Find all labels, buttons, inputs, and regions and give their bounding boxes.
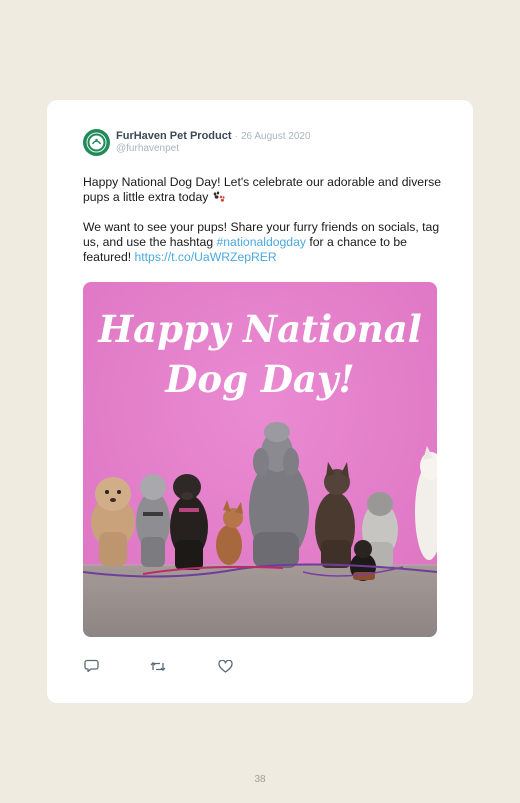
author-display-name[interactable]: FurHaven Pet Product bbox=[116, 130, 232, 142]
paw-prints-emoji-icon bbox=[213, 191, 225, 202]
tweet-url-link[interactable]: https://t.co/UaWRZepRER bbox=[135, 250, 277, 264]
tweet-actions bbox=[83, 658, 284, 674]
heart-icon bbox=[217, 659, 233, 673]
reply-button[interactable] bbox=[83, 658, 99, 674]
retweet-icon bbox=[150, 661, 166, 671]
post-date[interactable]: 26 August 2020 bbox=[241, 131, 311, 142]
tweet-header: FurHaven Pet Product · 26 August 2020 @f… bbox=[83, 129, 311, 156]
tweet-image[interactable]: Happy National Dog Day! bbox=[83, 282, 437, 637]
reply-icon bbox=[83, 659, 99, 673]
tweet-paragraph-1: Happy National Dog Day! Let's celebrate … bbox=[83, 175, 443, 205]
dog-2-illustration bbox=[136, 474, 170, 567]
like-button[interactable] bbox=[217, 658, 233, 674]
avatar[interactable] bbox=[83, 129, 110, 156]
tweet-paragraph-2: We want to see your pups! Share your fur… bbox=[83, 220, 443, 265]
separator: · bbox=[234, 131, 238, 142]
national-dog-day-photo: Happy National Dog Day! bbox=[83, 282, 437, 637]
retweet-button[interactable] bbox=[150, 658, 166, 674]
tweet-text: Happy National Dog Day! Let's celebrate … bbox=[83, 175, 443, 265]
hashtag-link[interactable]: #nationaldogday bbox=[217, 235, 306, 249]
author-block: FurHaven Pet Product · 26 August 2020 @f… bbox=[116, 130, 311, 155]
image-headline-line-1: Happy National bbox=[97, 307, 422, 351]
image-headline-line-2: Dog Day! bbox=[164, 357, 354, 401]
author-handle[interactable]: @furhavenpet bbox=[116, 143, 311, 155]
paragraph-1-text: Happy National Dog Day! Let's celebrate … bbox=[83, 175, 442, 204]
furhaven-logo-icon bbox=[83, 129, 110, 156]
tweet-card: FurHaven Pet Product · 26 August 2020 @f… bbox=[47, 100, 473, 703]
page-number: 38 bbox=[254, 774, 266, 785]
author-name-row: FurHaven Pet Product · 26 August 2020 bbox=[116, 130, 311, 143]
